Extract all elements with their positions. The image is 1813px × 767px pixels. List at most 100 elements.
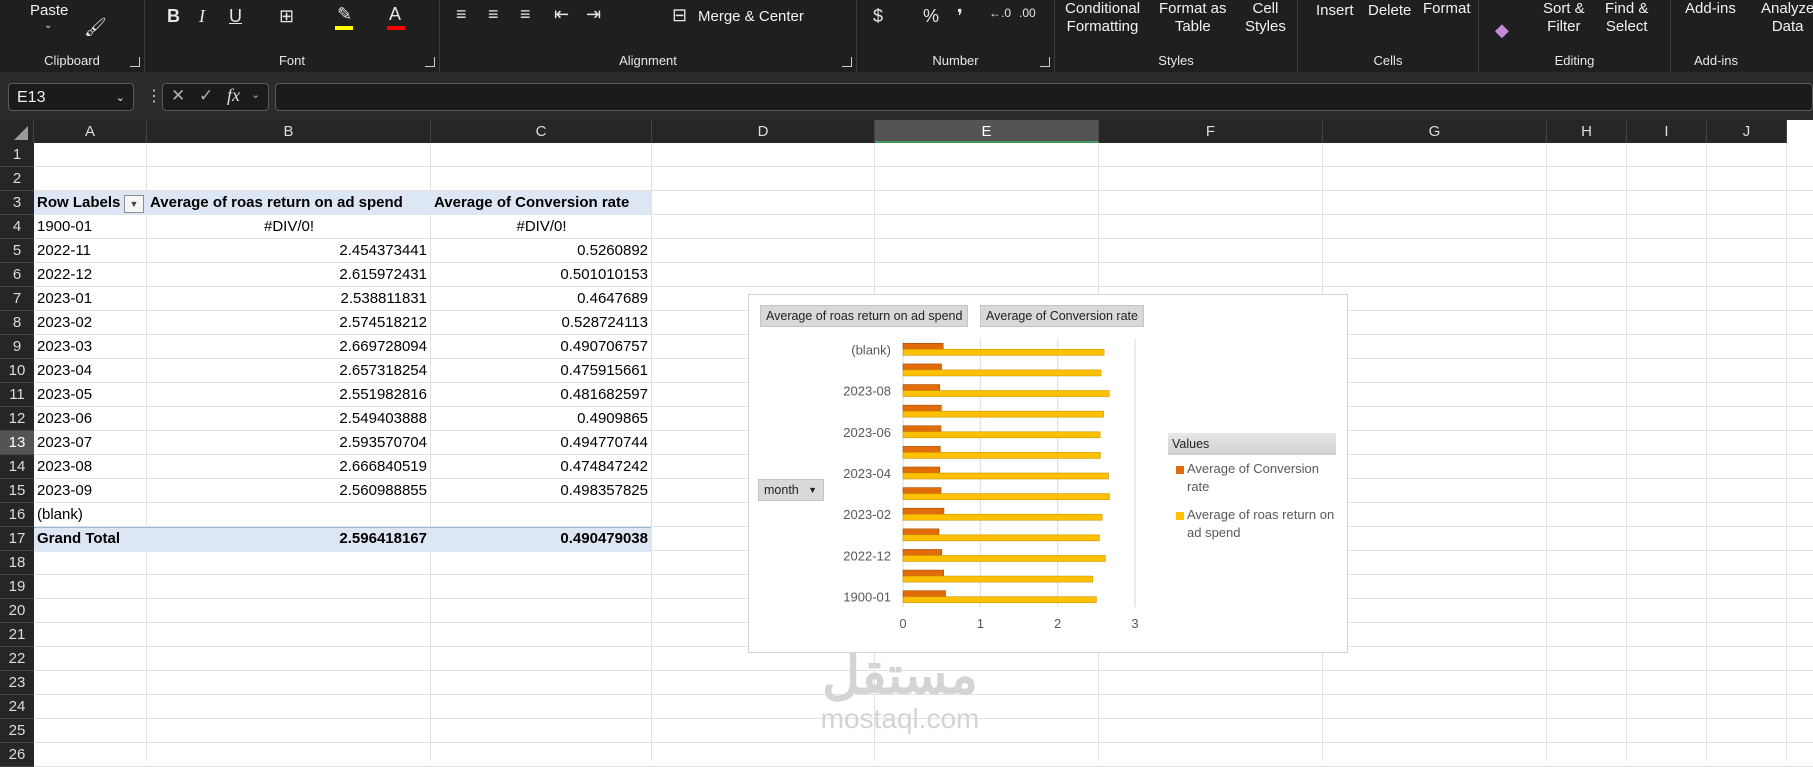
dialog-launcher-icon[interactable] — [1040, 57, 1050, 67]
row-header-21[interactable]: 21 — [0, 623, 34, 647]
pivot-cell-roas[interactable]: 2.454373441 — [147, 239, 431, 263]
chevron-down-icon[interactable]: ⌄ — [44, 20, 52, 31]
analyze-data-button[interactable]: Analyze Data — [1761, 0, 1813, 36]
cancel-icon[interactable]: ✕ — [171, 86, 185, 106]
underline-icon[interactable]: U — [229, 6, 242, 27]
increase-indent-icon[interactable]: ⇥ — [586, 4, 601, 25]
pivot-cell-roas[interactable]: 2.615972431 — [147, 263, 431, 287]
clear-icon[interactable]: ◆ — [1495, 20, 1509, 41]
row-header-23[interactable]: 23 — [0, 671, 34, 695]
decrease-indent-icon[interactable]: ⇤ — [554, 4, 569, 25]
row-header-16[interactable]: 16 — [0, 503, 34, 527]
pivot-cell-conversion[interactable]: 0.490706757 — [431, 335, 652, 359]
row-header-11[interactable]: 11 — [0, 383, 34, 407]
pivot-cell-conversion[interactable]: 0.528724113 — [431, 311, 652, 335]
align-center-icon[interactable]: ≡ — [488, 4, 499, 25]
increase-decimal-icon[interactable]: ←.0 — [989, 6, 1011, 20]
align-right-icon[interactable]: ≡ — [520, 4, 531, 25]
format-painter-icon[interactable]: 🖌 — [84, 17, 107, 38]
pivot-cell-roas[interactable] — [147, 503, 431, 527]
decrease-decimal-icon[interactable]: .00 — [1019, 6, 1036, 20]
percent-icon[interactable]: % — [923, 6, 939, 27]
merge-center-button[interactable]: Merge & Center — [698, 8, 804, 26]
row-header-25[interactable]: 25 — [0, 719, 34, 743]
pivot-cell-roas[interactable]: 2.549403888 — [147, 407, 431, 431]
merge-icon[interactable]: ⊟ — [672, 5, 687, 26]
pivot-cell-roas[interactable]: #DIV/0! — [147, 215, 431, 239]
currency-icon[interactable]: $ — [873, 6, 883, 27]
delete-button[interactable]: Delete — [1368, 2, 1411, 20]
pivot-row-label[interactable]: 1900-01 — [37, 215, 147, 239]
chevron-down-icon[interactable]: ⌄ — [116, 84, 125, 112]
dialog-launcher-icon[interactable] — [130, 57, 140, 67]
row-header-4[interactable]: 4 — [0, 215, 34, 239]
pivot-cell-conversion[interactable]: 0.481682597 — [431, 383, 652, 407]
row-header-12[interactable]: 12 — [0, 407, 34, 431]
pivot-grand-total-conversion[interactable]: 0.490479038 — [431, 527, 652, 551]
row-header-3[interactable]: 3 — [0, 191, 34, 215]
paste-button[interactable]: Paste — [30, 2, 68, 20]
row-header-10[interactable]: 10 — [0, 359, 34, 383]
pivot-row-label[interactable]: 2023-01 — [37, 287, 147, 311]
row-header-19[interactable]: 19 — [0, 575, 34, 599]
row-header-8[interactable]: 8 — [0, 311, 34, 335]
column-header-g[interactable]: G — [1323, 120, 1547, 143]
pivot-cell-roas[interactable]: 2.574518212 — [147, 311, 431, 335]
comma-icon[interactable]: ❜ — [957, 6, 963, 27]
row-header-17[interactable]: 17 — [0, 527, 34, 551]
row-header-14[interactable]: 14 — [0, 455, 34, 479]
pivot-row-label[interactable]: 2022-12 — [37, 263, 147, 287]
row-header-7[interactable]: 7 — [0, 287, 34, 311]
column-header-a[interactable]: A — [34, 120, 147, 143]
row-header-26[interactable]: 26 — [0, 743, 34, 767]
italic-icon[interactable]: I — [199, 6, 205, 27]
filter-dropdown-icon[interactable]: ▼ — [124, 195, 144, 213]
row-header-18[interactable]: 18 — [0, 551, 34, 575]
dialog-launcher-icon[interactable] — [842, 57, 852, 67]
insert-button[interactable]: Insert — [1316, 2, 1354, 20]
pivot-row-label[interactable]: 2023-07 — [37, 431, 147, 455]
borders-icon[interactable]: ⊞ — [279, 6, 294, 27]
addins-button[interactable]: Add-ins — [1685, 0, 1736, 18]
column-header-d[interactable]: D — [652, 120, 875, 143]
pivot-row-label[interactable]: (blank) — [37, 503, 147, 527]
column-header-h[interactable]: H — [1547, 120, 1627, 143]
row-header-15[interactable]: 15 — [0, 479, 34, 503]
bold-icon[interactable]: B — [167, 6, 180, 27]
row-header-6[interactable]: 6 — [0, 263, 34, 287]
conditional-formatting-button[interactable]: Conditional Formatting — [1065, 0, 1140, 36]
sort-filter-button[interactable]: Sort & Filter — [1543, 0, 1585, 36]
pivot-header-roas[interactable]: Average of roas return on ad spend — [150, 191, 430, 215]
column-header-j[interactable]: J — [1707, 120, 1787, 143]
pivot-grand-total-roas[interactable]: 2.596418167 — [147, 527, 431, 551]
pivot-cell-conversion[interactable]: 0.475915661 — [431, 359, 652, 383]
pivot-cell-roas[interactable]: 2.593570704 — [147, 431, 431, 455]
row-header-1[interactable]: 1 — [0, 143, 34, 167]
pivot-row-label[interactable]: 2023-06 — [37, 407, 147, 431]
fill-color-icon[interactable]: ✎ — [337, 4, 352, 25]
find-select-button[interactable]: Find & Select — [1605, 0, 1648, 36]
format-as-table-button[interactable]: Format as Table — [1159, 0, 1227, 36]
pivot-cell-roas[interactable]: 2.560988855 — [147, 479, 431, 503]
pivot-cell-conversion[interactable]: 0.494770744 — [431, 431, 652, 455]
pivot-row-label[interactable]: 2023-09 — [37, 479, 147, 503]
row-header-22[interactable]: 22 — [0, 647, 34, 671]
pivot-grand-total-label[interactable]: Grand Total — [37, 527, 147, 551]
pivot-row-label[interactable]: 2022-11 — [37, 239, 147, 263]
pivot-cell-conversion[interactable]: 0.5260892 — [431, 239, 652, 263]
pivot-cell-conversion[interactable]: 0.4647689 — [431, 287, 652, 311]
pivot-row-label[interactable]: 2023-04 — [37, 359, 147, 383]
row-header-24[interactable]: 24 — [0, 695, 34, 719]
pivot-cell-conversion[interactable]: 0.498357825 — [431, 479, 652, 503]
pivot-cell-conversion[interactable] — [431, 503, 652, 527]
pivot-cell-conversion[interactable]: 0.501010153 — [431, 263, 652, 287]
name-box[interactable]: E13 ⌄ — [8, 83, 134, 111]
column-header-i[interactable]: I — [1627, 120, 1707, 143]
pivot-row-label[interactable]: 2023-02 — [37, 311, 147, 335]
pivot-cell-roas[interactable]: 2.669728094 — [147, 335, 431, 359]
font-color-icon[interactable]: A — [389, 4, 401, 25]
pivot-cell-conversion[interactable]: 0.4909865 — [431, 407, 652, 431]
align-left-icon[interactable]: ≡ — [456, 4, 467, 25]
dialog-launcher-icon[interactable] — [425, 57, 435, 67]
column-header-b[interactable]: B — [147, 120, 431, 143]
